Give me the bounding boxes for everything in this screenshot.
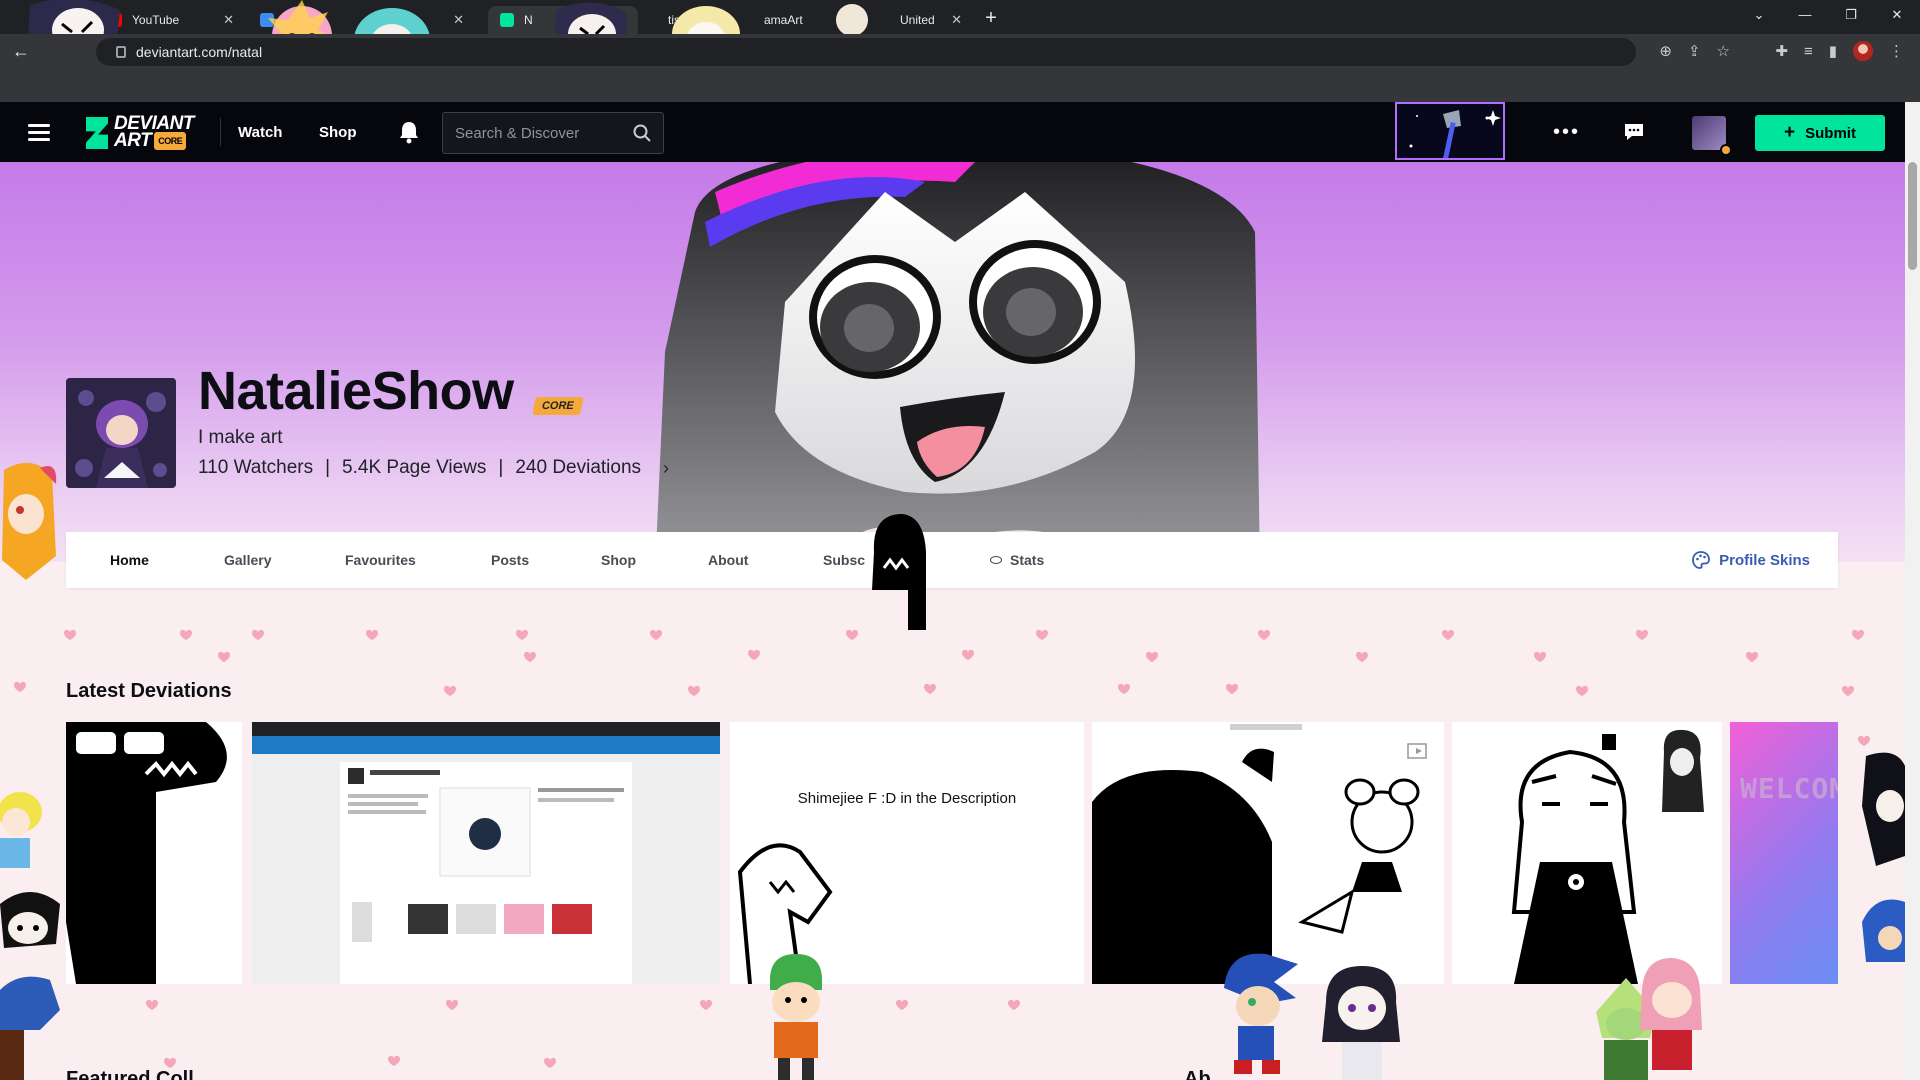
about-heading: Ab (1184, 1068, 1211, 1080)
side-panel-icon[interactable]: ▮ (1829, 42, 1837, 60)
minimize-icon[interactable]: — (1782, 0, 1828, 30)
new-tab-button[interactable]: + (978, 6, 1004, 32)
url-text: deviantart.com/natal (136, 44, 263, 60)
watch-link[interactable]: Watch (238, 124, 282, 141)
extension-icons: ✚ ≡ ▮ ⋮ (1775, 41, 1904, 61)
deviation-artwork (66, 722, 227, 984)
omnibox-actions: ⊕ ⇪ ☆ (1659, 42, 1730, 60)
profile-stats: 110 Watchers | 5.4K Page Views | 240 Dev… (198, 457, 669, 479)
chevron-right-icon[interactable]: › (663, 458, 669, 479)
submit-button[interactable]: + Submit (1755, 115, 1885, 151)
shimeji-sprite (770, 954, 822, 1080)
puzzle-icon[interactable]: ✚ (1775, 42, 1788, 60)
stats-separator: | (325, 457, 331, 478)
latest-deviations-heading: Latest Deviations (66, 680, 232, 702)
profile-username: NatalieShow (198, 361, 514, 421)
stats-separator: | (498, 457, 504, 478)
deviations-count[interactable]: 240 Deviations (515, 457, 641, 479)
close-icon[interactable]: ✕ (951, 12, 962, 28)
page-views-count: 5.4K Page Views (342, 457, 487, 478)
star-icon[interactable]: ☆ (1717, 42, 1730, 60)
deviation-thumbnail[interactable] (1092, 722, 1444, 984)
deviation-caption: WELCOM (1740, 772, 1838, 805)
watchers-count[interactable]: 110 Watchers (198, 457, 313, 479)
deviation-thumbnail[interactable]: Shimejiee F :D in the Description (730, 722, 1084, 984)
share-icon[interactable]: ⇪ (1688, 42, 1701, 60)
shimeji-sprite (0, 792, 42, 868)
logo-core-badge: CORE (154, 132, 187, 150)
bell-icon[interactable] (398, 120, 420, 144)
restore-icon[interactable]: ❐ (1828, 0, 1874, 30)
deviation-artwork (1092, 724, 1427, 984)
profile-banner-thumbnail[interactable] (1395, 102, 1505, 160)
chevron-down-icon[interactable]: ⌄ (1736, 0, 1782, 30)
address-bar[interactable]: deviantart.com/natal (96, 38, 1636, 66)
shimeji-sprite (1322, 966, 1400, 1080)
latest-deviations-row: Shimejiee F :D in the Description WELCOM (66, 722, 1838, 984)
profile-avatar[interactable] (66, 378, 176, 488)
search-input[interactable] (455, 124, 625, 142)
zoom-icon[interactable]: ⊕ (1659, 42, 1672, 60)
toolbar-spacer (0, 68, 1920, 102)
avatar-artwork (66, 378, 176, 488)
core-status-dot (1720, 144, 1732, 156)
back-arrow-icon[interactable]: ← (8, 39, 34, 65)
logo-bottom-text: ART (114, 130, 152, 152)
shimeji-sprite (0, 892, 60, 948)
deviation-artwork (1511, 729, 1704, 984)
shimeji-sprite (872, 514, 926, 630)
deviantart-logo[interactable]: DEVIANT ART CORE (86, 114, 194, 152)
tab-title: YouTube (132, 13, 180, 27)
more-options-icon[interactable]: ••• (1553, 121, 1580, 144)
scrollbar-thumb[interactable] (1908, 162, 1917, 270)
deviation-artwork (737, 843, 833, 984)
submit-label: Submit (1805, 124, 1856, 142)
chat-icon[interactable] (1623, 122, 1645, 142)
close-window-icon[interactable]: ✕ (1874, 0, 1920, 30)
deviantart-icon (500, 13, 514, 27)
shimeji-sprite (1862, 752, 1905, 866)
reading-list-icon[interactable]: ≡ (1804, 43, 1813, 60)
close-icon[interactable]: ✕ (453, 12, 464, 28)
window-controls: ⌄ — ❐ ✕ (1736, 0, 1920, 30)
page-scrollbar[interactable] (1905, 102, 1920, 1080)
shop-link[interactable]: Shop (319, 124, 357, 141)
search-box (442, 112, 664, 154)
core-badge: CORE (532, 397, 584, 415)
cover-artwork (655, 162, 1260, 562)
divider (220, 118, 221, 146)
site-header: DEVIANT ARTCORE Watch Shop ••• + Submit (0, 102, 1905, 162)
kebab-menu-icon[interactable]: ⋮ (1889, 42, 1904, 60)
shimeji-sprite (1862, 899, 1905, 962)
shimeji-sprite (1640, 958, 1702, 1070)
deviation-thumbnail[interactable] (1452, 722, 1722, 984)
shimeji-sprite (2, 462, 57, 580)
featured-collection-heading: Featured Coll (66, 1068, 194, 1080)
profile-tagline: I make art (198, 427, 283, 448)
shimeji-sprite (1224, 953, 1298, 1074)
axe-artwork (1409, 110, 1501, 158)
hamburger-menu-icon[interactable] (28, 124, 50, 141)
deviation-thumbnail[interactable]: WELCOM (1730, 722, 1838, 984)
plus-icon: + (1784, 122, 1796, 143)
browser-toolbar: ← deviantart.com/natal ⊕ ⇪ ☆ ✚ ≡ ▮ ⋮ (0, 34, 1920, 68)
deviation-thumbnail[interactable] (252, 722, 720, 984)
user-avatar[interactable] (1692, 116, 1732, 156)
deviation-thumbnail[interactable] (66, 722, 242, 984)
lock-icon (116, 46, 126, 58)
search-icon[interactable] (633, 124, 651, 142)
profile-avatar-icon[interactable] (1853, 41, 1873, 61)
deviation-caption: Shimejiee F :D in the Description (797, 790, 1017, 807)
deviation-artwork (252, 722, 720, 984)
shimeji-sprite (0, 976, 60, 1080)
close-icon[interactable]: ✕ (223, 12, 234, 28)
deviantart-icon (86, 117, 108, 149)
